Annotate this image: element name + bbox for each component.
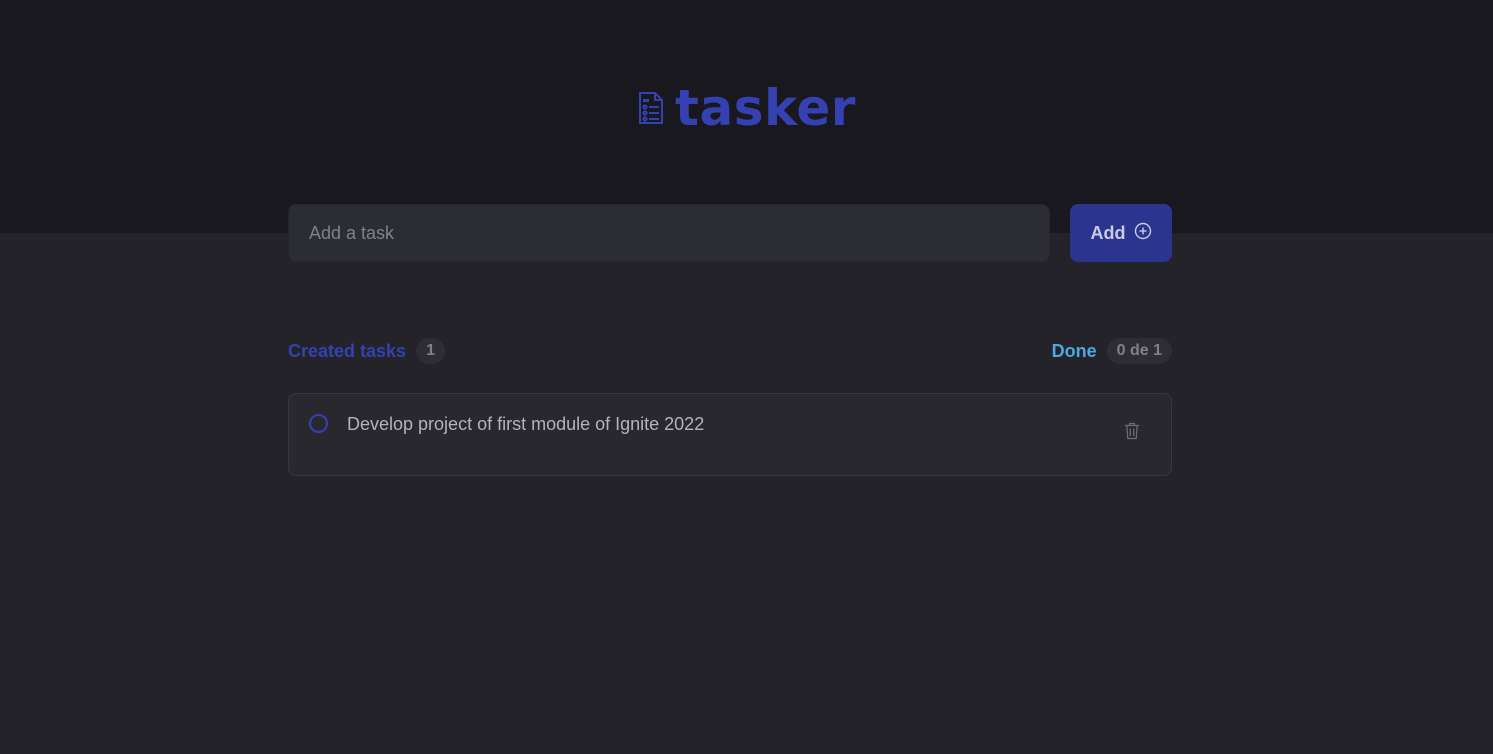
new-task-form: Add: [288, 204, 1172, 262]
logo: tasker: [0, 82, 1493, 134]
created-tasks-label: Created tasks: [288, 340, 407, 361]
task-checkbox[interactable]: [309, 414, 328, 433]
clipboard-list-icon: [637, 91, 665, 125]
delete-task-button[interactable]: [1121, 422, 1143, 444]
header: tasker: [0, 0, 1493, 233]
created-tasks-counter: 1: [416, 338, 445, 364]
add-button[interactable]: Add: [1070, 204, 1172, 262]
task-list: Develop project of first module of Ignit…: [288, 393, 1172, 476]
app-title: tasker: [675, 79, 856, 137]
created-tasks-summary: Created tasks 1: [288, 338, 445, 364]
done-tasks-summary: Done 0 de 1: [1052, 338, 1172, 364]
trash-icon: [1124, 422, 1140, 445]
done-tasks-label: Done: [1051, 340, 1097, 361]
task-input[interactable]: [288, 204, 1050, 262]
task-item: Develop project of first module of Ignit…: [288, 393, 1172, 476]
task-text: Develop project of first module of Ignit…: [347, 414, 705, 434]
add-button-label: Add: [1090, 222, 1126, 243]
task-summary: Created tasks 1 Done 0 de 1: [288, 337, 1172, 365]
done-tasks-counter: 0 de 1: [1106, 338, 1172, 364]
plus-circle-icon: [1134, 222, 1152, 245]
